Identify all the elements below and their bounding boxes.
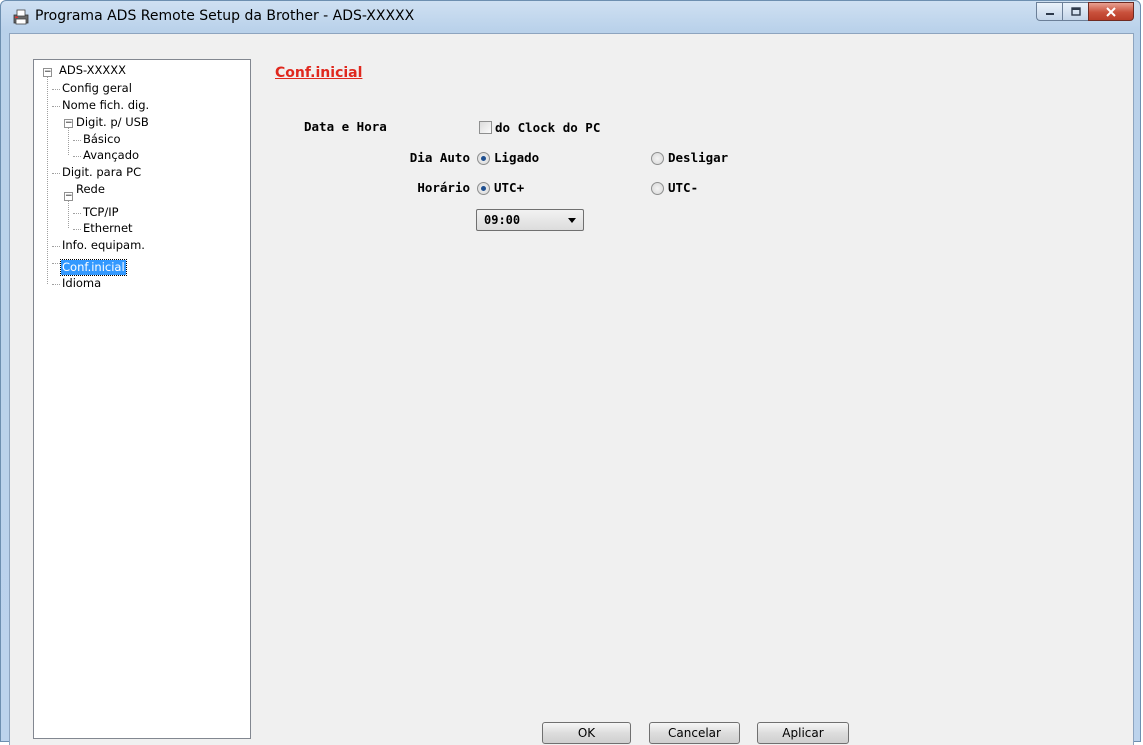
date-time-label: Data e Hora [304,119,387,134]
close-button[interactable] [1088,2,1134,21]
auto-day-label: Dia Auto [409,150,470,165]
apply-button[interactable]: Aplicar [757,722,849,744]
dropdown-arrow-icon [568,218,576,223]
tree-item-digit-usb[interactable]: Digit. p/ USB [61,115,150,130]
auto-day-on-radio[interactable] [477,152,490,165]
tree-item-avancado[interactable]: Avançado [82,148,140,163]
tree-item-nome-fich-dig[interactable]: Nome fich. dig. [61,98,150,113]
auto-day-off-label[interactable]: Desligar [668,150,728,165]
client-area: − ADS-XXXXX Config geral Nome fich. dig.… [9,33,1134,745]
tree-item-rede[interactable]: Rede [61,182,106,197]
pc-clock-label[interactable]: do Clock do PC [495,120,600,135]
maximize-button[interactable] [1062,2,1088,21]
window-title: Programa ADS Remote Setup da Brother - A… [35,8,415,24]
timezone-offset-value: 09:00 [484,213,521,227]
tree-item-idioma[interactable]: Idioma [61,276,102,291]
settings-tree[interactable]: − ADS-XXXXX Config geral Nome fich. dig.… [33,59,251,739]
title-bar[interactable]: Programa ADS Remote Setup da Brother - A… [1,1,1140,33]
collapse-root-icon[interactable]: − [43,68,52,77]
utc-plus-radio[interactable] [477,182,490,195]
ok-button[interactable]: OK [542,722,631,744]
tree-item-ethernet[interactable]: Ethernet [82,221,134,236]
minimize-button[interactable] [1036,2,1062,21]
tree-item-digit-pc[interactable]: Digit. para PC [61,165,142,180]
tree-item-basico[interactable]: Básico [82,132,121,147]
auto-day-on-label[interactable]: Ligado [494,150,539,165]
close-icon [1106,6,1116,17]
section-title: Conf.inicial [275,65,363,81]
pc-clock-checkbox[interactable] [479,121,492,134]
timezone-offset-select[interactable]: 09:00 [476,209,584,231]
printer-app-icon [13,9,29,25]
tree-item-tcpip[interactable]: TCP/IP [82,205,120,220]
auto-day-off-radio[interactable] [651,152,664,165]
tree-root[interactable]: ADS-XXXXX [58,63,127,78]
utc-minus-radio[interactable] [651,182,664,195]
maximize-icon [1070,7,1081,16]
tree-item-config-geral[interactable]: Config geral [61,81,133,96]
tree-item-conf-inicial[interactable]: Conf.inicial [60,259,127,276]
timezone-label: Horário [417,180,470,195]
app-window: Programa ADS Remote Setup da Brother - A… [0,0,1141,745]
utc-plus-label[interactable]: UTC+ [494,180,524,195]
utc-minus-label[interactable]: UTC- [668,180,698,195]
cancel-button[interactable]: Cancelar [649,722,740,744]
minimize-icon [1045,12,1054,15]
tree-item-info-equipam[interactable]: Info. equipam. [61,238,146,253]
